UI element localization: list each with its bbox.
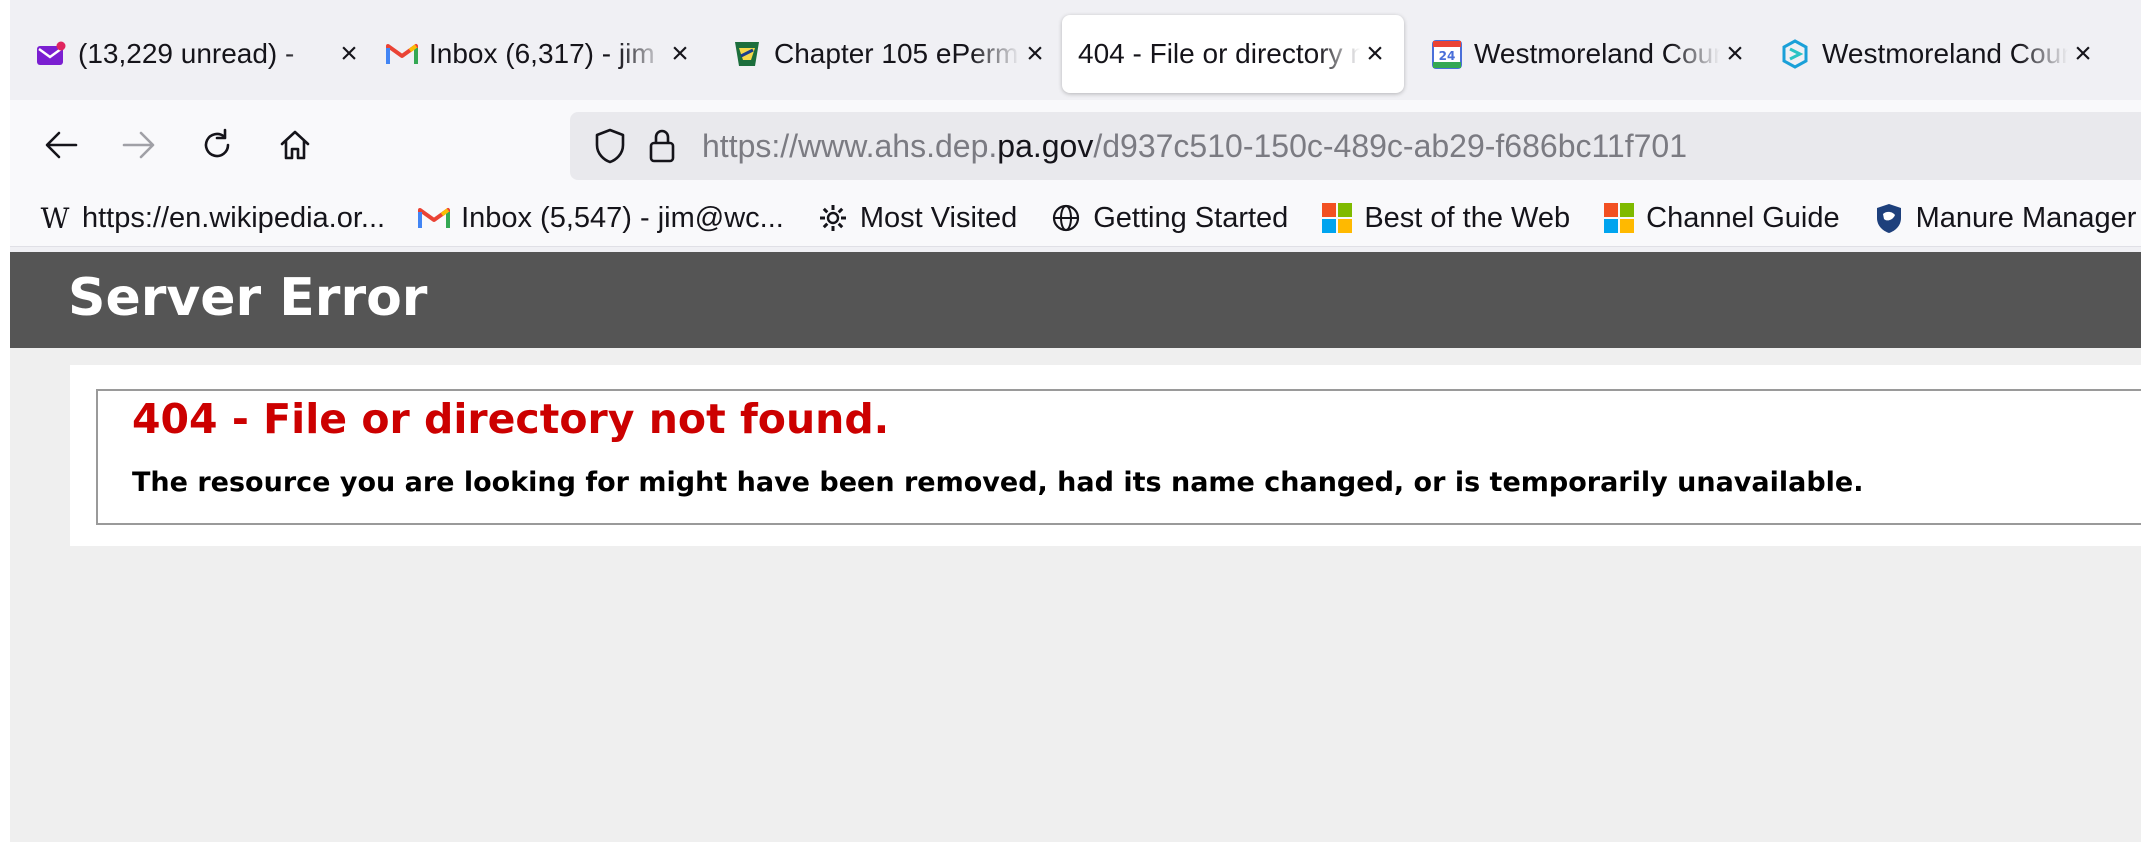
- error-box: 404 - File or directory not found. The r…: [96, 389, 2141, 525]
- home-button[interactable]: [270, 120, 320, 170]
- url-host: pa.gov: [997, 127, 1094, 164]
- tab-strip: (13,229 unread) - × Inbox (6,317) - jim …: [10, 0, 2141, 100]
- bookmark-wikipedia[interactable]: W https://en.wikipedia.or...: [38, 201, 385, 235]
- forward-button[interactable]: [114, 120, 164, 170]
- bookmark-getting-started[interactable]: Getting Started: [1049, 201, 1288, 235]
- tab-404-active[interactable]: 404 - File or directory not found. ×: [1062, 15, 1404, 93]
- lock-icon[interactable]: [642, 126, 682, 166]
- mail-envelope-icon: [34, 37, 68, 71]
- close-tab-icon[interactable]: ×: [1020, 37, 1050, 70]
- tab-yahoo-mail[interactable]: (13,229 unread) - ×: [34, 15, 364, 93]
- globe-icon: [1049, 201, 1083, 235]
- bookmark-label: Channel Guide: [1646, 201, 1840, 234]
- server-error-header: Server Error: [10, 252, 2141, 348]
- bookmark-label: Getting Started: [1093, 201, 1289, 234]
- gear-icon: [816, 201, 850, 235]
- navigation-toolbar: https://www.ahs.dep.pa.gov/d937c510-150c…: [10, 100, 2141, 190]
- close-tab-icon[interactable]: ×: [665, 37, 695, 70]
- tab-westmoreland-calendar[interactable]: 24 Westmoreland County ×: [1430, 15, 1750, 93]
- bookmark-label: Best of the Web: [1364, 201, 1571, 234]
- home-icon: [280, 130, 310, 160]
- bookmark-most-visited[interactable]: Most Visited: [816, 201, 1017, 235]
- browser-window: (13,229 unread) - × Inbox (6,317) - jim …: [10, 0, 2141, 842]
- close-tab-icon[interactable]: ×: [334, 37, 364, 70]
- calendar-24-icon: 24: [1430, 37, 1464, 71]
- page-title: Server Error: [68, 268, 428, 328]
- close-tab-icon[interactable]: ×: [1720, 37, 1750, 70]
- tab-chapter-105[interactable]: Chapter 105 ePermitting ×: [730, 15, 1050, 93]
- bookmark-label: Most Visited: [859, 201, 1018, 234]
- error-message: The resource you are looking for might h…: [132, 467, 1864, 498]
- tracking-protection-shield-icon[interactable]: [590, 126, 630, 166]
- reload-icon: [204, 128, 230, 158]
- tab-title: Inbox (6,317) - jim: [429, 38, 655, 69]
- bookmark-gmail-inbox[interactable]: Inbox (5,547) - jim@wc...: [417, 201, 784, 235]
- bookmark-channel-guide[interactable]: Channel Guide: [1602, 201, 1840, 235]
- bing-copilot-icon: [1778, 37, 1812, 71]
- bookmarks-toolbar: W https://en.wikipedia.or... Inbox (5,54…: [10, 190, 2141, 247]
- tab-westmoreland-bing[interactable]: Westmoreland County ×: [1778, 15, 2098, 93]
- back-button[interactable]: [36, 120, 86, 170]
- tab-title: (13,229 unread) -: [78, 38, 295, 69]
- reload-button[interactable]: [192, 120, 242, 170]
- tab-title: 404 - File or directory not found.: [1078, 38, 1360, 69]
- tab-title: Chapter 105 ePermitting: [774, 38, 1020, 69]
- url-text[interactable]: https://www.ahs.dep.pa.gov/d937c510-150c…: [702, 128, 1687, 165]
- back-arrow-icon: [45, 131, 78, 159]
- bookmark-manure-manager[interactable]: Manure Manager: [1872, 201, 2137, 235]
- penn-state-shield-icon: [1872, 201, 1906, 235]
- bookmark-label: Manure Manager: [1915, 201, 2137, 234]
- windows-logo-icon: [1320, 201, 1354, 235]
- content-panel: 404 - File or directory not found. The r…: [70, 365, 2141, 546]
- gmail-icon: [385, 37, 419, 71]
- close-tab-icon[interactable]: ×: [1360, 37, 1390, 70]
- bookmark-label: https://en.wikipedia.or...: [82, 201, 386, 234]
- tab-title: Westmoreland County: [1474, 38, 1720, 69]
- tab-title: Westmoreland County: [1822, 38, 2068, 69]
- tab-gmail-inbox[interactable]: Inbox (6,317) - jim ×: [385, 15, 695, 93]
- wikipedia-icon: W: [40, 201, 70, 235]
- error-title: 404 - File or directory not found.: [132, 395, 890, 443]
- forward-arrow-icon: [122, 131, 155, 159]
- url-path: /d937c510-150c-489c-ab29-f686bc11f701: [1093, 127, 1687, 164]
- gmail-icon: [417, 201, 451, 235]
- pa-keystone-icon: [730, 37, 764, 71]
- bookmark-best-of-the-web[interactable]: Best of the Web: [1320, 201, 1570, 235]
- address-bar[interactable]: https://www.ahs.dep.pa.gov/d937c510-150c…: [570, 112, 2141, 180]
- close-tab-icon[interactable]: ×: [2068, 37, 2098, 70]
- url-prefix: https://www.ahs.dep.: [702, 127, 998, 164]
- svg-text:24: 24: [1439, 49, 1456, 63]
- page-content: Server Error 404 - File or directory not…: [10, 252, 2141, 842]
- bookmark-label: Inbox (5,547) - jim@wc...: [461, 201, 784, 234]
- windows-logo-icon: [1602, 201, 1636, 235]
